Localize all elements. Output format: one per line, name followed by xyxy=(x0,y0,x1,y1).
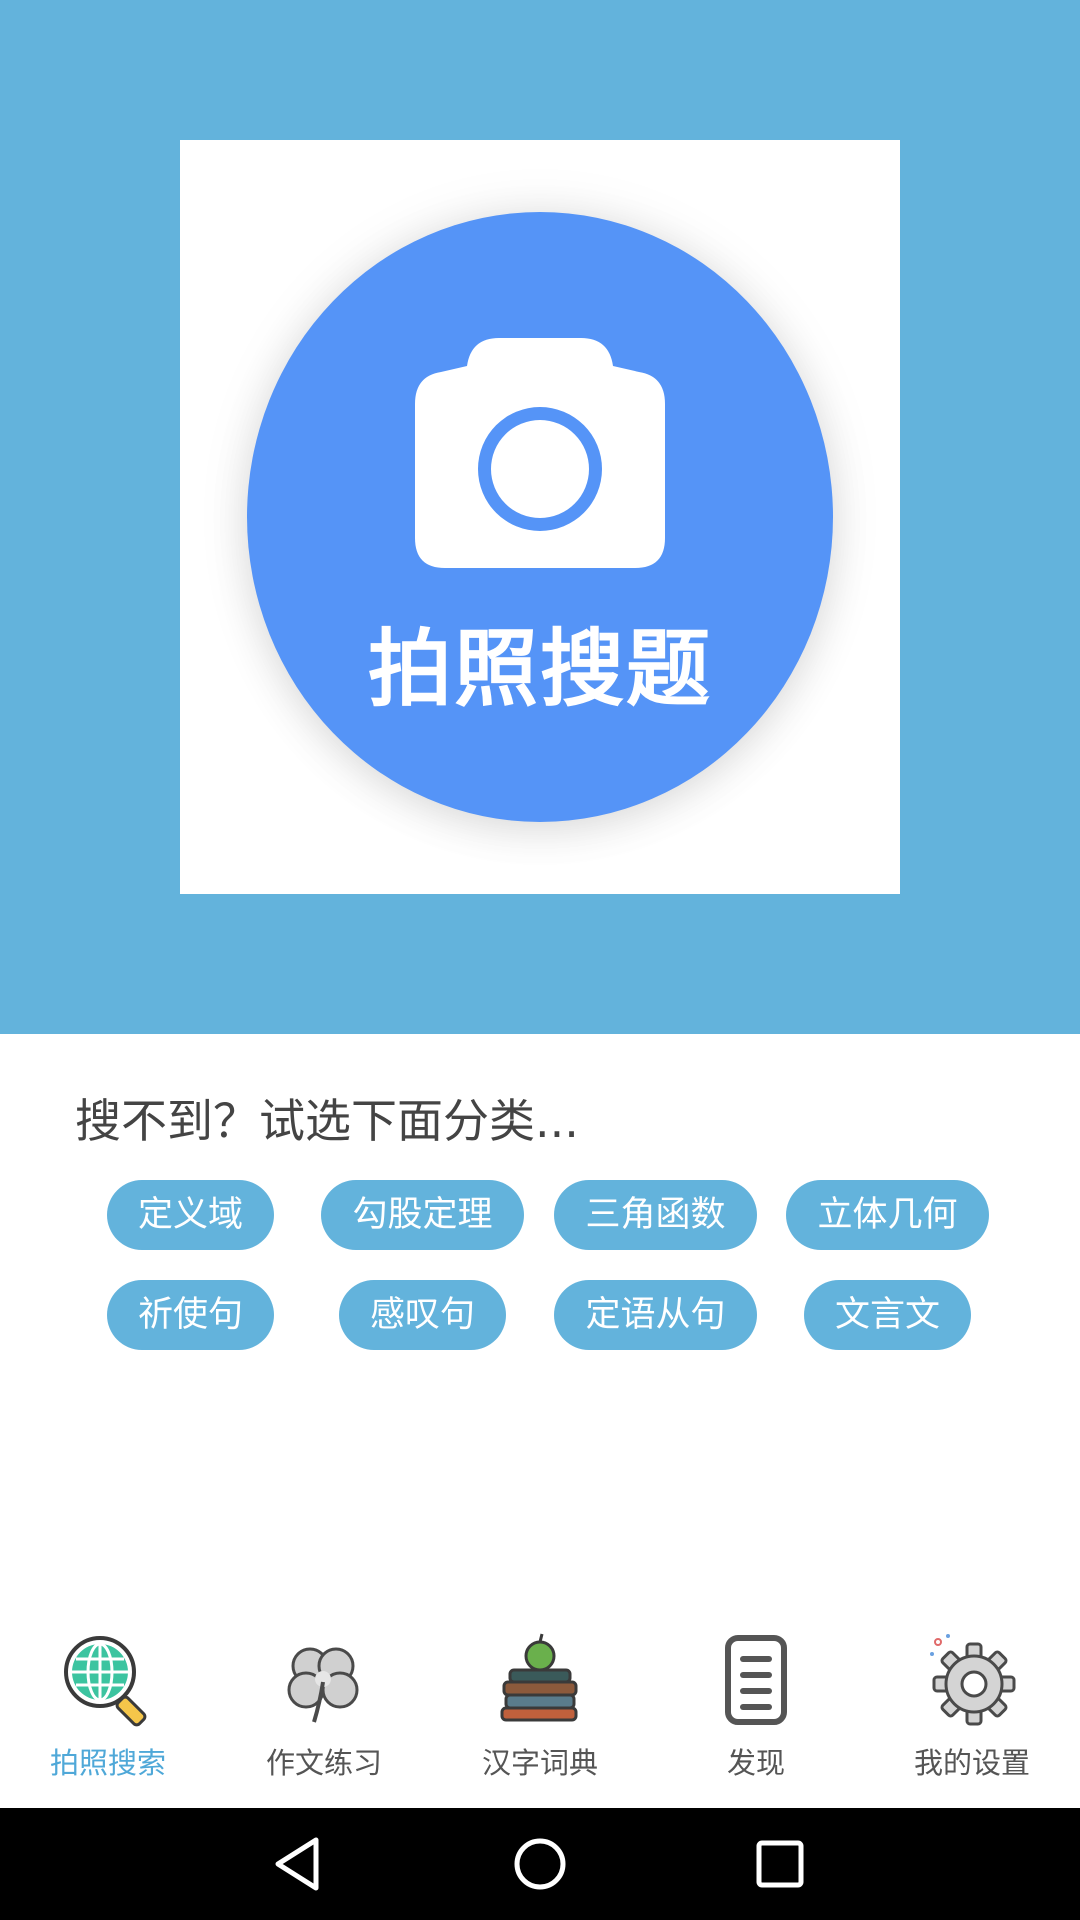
tab-label: 汉字词典 xyxy=(481,1746,598,1780)
globe-magnifier-icon xyxy=(64,1636,147,1727)
category-prompt: 搜不到？试选下面分类... xyxy=(75,1094,579,1148)
clover-icon xyxy=(287,1647,359,1723)
category-chip[interactable]: 定语从句 xyxy=(554,1280,757,1350)
camera-icon xyxy=(415,338,665,568)
home-icon[interactable] xyxy=(510,1834,570,1894)
category-chip[interactable]: 感叹句 xyxy=(339,1280,506,1350)
category-chip[interactable]: 文言文 xyxy=(804,1280,971,1350)
photo-search-button[interactable]: 拍照搜题 xyxy=(247,212,833,822)
gear-icon xyxy=(930,1634,1016,1726)
tab-photo-search[interactable]: 拍照搜索 xyxy=(0,1618,216,1808)
category-chip[interactable]: 定义域 xyxy=(107,1180,274,1250)
tab-label: 拍照搜索 xyxy=(49,1746,166,1780)
photo-search-label: 拍照搜题 xyxy=(367,620,712,718)
tab-label: 作文练习 xyxy=(265,1746,382,1780)
tab-essay-practice[interactable]: 作文练习 xyxy=(216,1618,432,1808)
back-icon[interactable] xyxy=(270,1834,330,1894)
category-chip[interactable]: 勾股定理 xyxy=(321,1180,524,1250)
category-chip[interactable]: 三角函数 xyxy=(554,1180,757,1250)
tab-my-settings[interactable]: 我的设置 xyxy=(864,1618,1080,1808)
tab-discover[interactable]: 发现 xyxy=(648,1618,864,1808)
recents-icon[interactable] xyxy=(750,1834,810,1894)
category-chip[interactable]: 立体几何 xyxy=(786,1180,989,1250)
photo-search-card: 拍照搜题 xyxy=(180,140,900,894)
tab-label: 我的设置 xyxy=(913,1746,1030,1780)
system-nav-bar xyxy=(0,1808,1080,1920)
books-apple-icon xyxy=(500,1633,578,1722)
bottom-tab-bar: 拍照搜索 作文练习 汉字词典 发现 我的设置 xyxy=(0,1618,1080,1808)
tab-label: 发现 xyxy=(726,1746,785,1780)
tab-dictionary[interactable]: 汉字词典 xyxy=(432,1618,648,1808)
category-chip[interactable]: 祈使句 xyxy=(107,1280,274,1350)
document-icon xyxy=(725,1635,787,1725)
hero-banner: 拍照搜题 xyxy=(0,0,1080,1034)
